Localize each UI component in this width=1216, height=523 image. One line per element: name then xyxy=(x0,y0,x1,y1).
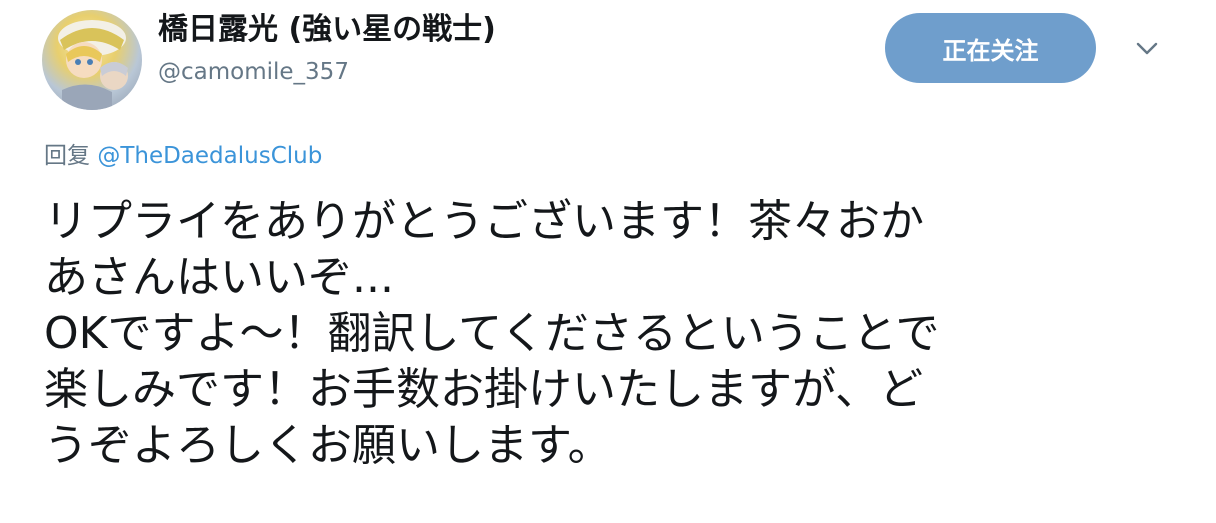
reply-context: 回复 @TheDaedalusClub xyxy=(44,140,322,172)
avatar[interactable] xyxy=(42,10,142,110)
author-handle[interactable]: @camomile_357 xyxy=(158,56,349,88)
tweet-line: OKですよ～！翻訳してくださるということで xyxy=(44,308,940,359)
following-button[interactable]: 正在关注 xyxy=(885,13,1096,83)
reply-target-link[interactable]: @TheDaedalusClub xyxy=(97,143,322,169)
tweet-line: うぞよろしくお願いします。 xyxy=(44,420,612,471)
tweet-line: リプライをありがとうございます！茶々おか xyxy=(44,196,924,247)
tweet-text: リプライをありがとうございます！茶々おか あさんはいいぞ... OKですよ～！翻… xyxy=(44,194,1194,474)
tweet-line: あさんはいいぞ... xyxy=(44,252,394,303)
reply-prefix: 回复 xyxy=(44,143,90,169)
tweet-line: 楽しみです！お手数お掛けいたしますが、ど xyxy=(44,364,924,415)
avatar-image xyxy=(58,20,128,110)
author-display-name[interactable]: 橋日露光 (強い星の戦士) xyxy=(158,10,496,50)
chevron-down-icon[interactable] xyxy=(1132,36,1162,62)
